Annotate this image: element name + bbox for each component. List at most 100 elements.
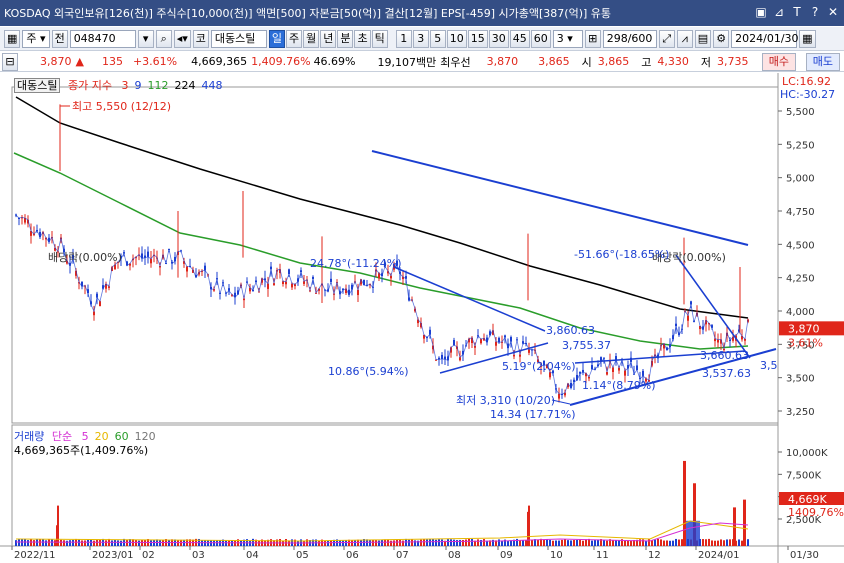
volume-bar: [606, 540, 608, 546]
volume-bar: [150, 540, 152, 546]
ma-period-224: 224: [174, 79, 196, 92]
stock-code-input[interactable]: 048470: [69, 29, 136, 48]
low-percent-annotation: 14.34 (17.71%): [490, 408, 576, 421]
save-icon[interactable]: ▤: [694, 29, 712, 48]
period-tab-6[interactable]: 틱: [371, 29, 388, 48]
x-axis-label: 07: [396, 550, 409, 561]
volume-bar: [105, 540, 107, 546]
interval-button-60[interactable]: 60: [530, 29, 551, 48]
collapse-icon[interactable]: ⊟: [2, 52, 18, 71]
volume-bar: [471, 539, 473, 546]
search-icon[interactable]: ⌕: [155, 29, 172, 48]
bid-price: 3,865: [538, 55, 570, 68]
volume-bar: [615, 540, 617, 546]
volume-bar: [327, 540, 329, 546]
interval-button-10[interactable]: 10: [446, 29, 467, 48]
trendline-long: [371, 150, 749, 246]
volume-bar: [33, 540, 35, 546]
period-tab-3[interactable]: 년: [320, 29, 337, 48]
volume-bar: [60, 539, 62, 546]
volume-bar: [378, 540, 380, 546]
trend-icon[interactable]: ⩘: [676, 29, 693, 48]
settings-icon[interactable]: ⚙: [713, 29, 730, 48]
volume-bar: [414, 540, 416, 546]
volume-bar: [138, 540, 140, 546]
x-axis-label: 04: [246, 550, 259, 561]
volume-bar: [561, 539, 563, 546]
trendline-down: [393, 266, 546, 332]
volume-bar: [324, 540, 326, 546]
grid-icon[interactable]: ▦: [4, 29, 21, 48]
volume-bar: [120, 540, 122, 546]
volume-bar: [612, 540, 614, 546]
volume-bar: [408, 539, 410, 546]
volume-bar: [426, 539, 428, 546]
period-tab-0[interactable]: 일: [268, 29, 285, 48]
volume-bar: [705, 539, 707, 546]
interval-button-15[interactable]: 15: [467, 29, 488, 48]
code-dropdown-icon[interactable]: ▾: [137, 29, 154, 48]
price-axis-tick: 4,500: [786, 240, 815, 251]
volume-bar: [228, 540, 230, 546]
volume-bar: [390, 540, 392, 546]
interval-button-45[interactable]: 45: [509, 29, 530, 48]
x-axis-label: 05: [296, 550, 309, 561]
interval-button-3[interactable]: 3: [412, 29, 429, 48]
chart-style-icon[interactable]: ⊞: [584, 29, 601, 48]
candle-body: [204, 265, 206, 271]
volume-bar: [36, 539, 38, 546]
period-tab-5[interactable]: 초: [354, 29, 371, 48]
prev-button[interactable]: 전: [51, 29, 68, 48]
period-tab-1[interactable]: 주: [285, 29, 303, 48]
candle-body: [147, 251, 149, 257]
volume-bar: [579, 539, 581, 546]
buy-button[interactable]: 매수: [761, 53, 796, 71]
date-input[interactable]: 2024/01/30: [731, 29, 799, 48]
volume-bar: [441, 539, 443, 546]
zoom-icon[interactable]: ⤢: [658, 29, 675, 48]
sell-button[interactable]: 매도: [805, 53, 840, 71]
interval-button-1[interactable]: 1: [395, 29, 412, 48]
ma-long-line: [15, 96, 749, 319]
text-icon[interactable]: T: [790, 4, 804, 20]
chart-canvas[interactable]: 5,5005,2505,0004,7504,5004,2504,0003,750…: [0, 73, 844, 563]
candle-body: [717, 339, 719, 343]
x-axis-label: 12: [648, 550, 661, 561]
volume-spike-bar: [683, 460, 686, 546]
period-tab-2[interactable]: 월: [303, 29, 320, 48]
volume-spike-bar: [527, 511, 530, 546]
window-restore-icon[interactable]: ▣: [754, 4, 768, 20]
volume-bar: [672, 540, 674, 546]
volume-bar: [543, 539, 545, 546]
period-tab-4[interactable]: 분: [337, 29, 354, 48]
volume-bar: [351, 540, 353, 546]
interval-button-30[interactable]: 30: [488, 29, 509, 48]
sound-icon[interactable]: ◂▾: [173, 29, 191, 48]
candle-body: [528, 349, 530, 353]
x-axis-label: 2022/11: [14, 550, 56, 561]
volume-bar: [372, 539, 374, 546]
volume-value-text: 4,669,365주(1,409.76%): [14, 444, 149, 457]
price-legend: 대동스틸 종가 지수 3 9 112 224 448: [14, 77, 222, 93]
interval-button-5[interactable]: 5: [429, 29, 446, 48]
help-icon[interactable]: ?: [808, 4, 822, 20]
close-icon[interactable]: ✕: [826, 4, 840, 20]
volume-bar: [555, 540, 557, 546]
ma-period-3: 3: [121, 79, 129, 92]
volume-bar: [93, 540, 95, 546]
high-price: 4,330: [657, 55, 689, 68]
candle-body: [687, 315, 689, 321]
pin-icon[interactable]: ⊿: [772, 4, 786, 20]
x-axis-label: 02: [142, 550, 155, 561]
volume-bar: [450, 539, 452, 546]
chart-area[interactable]: 5,500 5,250 5,000 4,750 4,500 4,250 4,000 3,750…: [0, 73, 844, 563]
trade-amount: 19,107백만: [377, 55, 437, 69]
volume-bar: [177, 540, 179, 546]
current-price: 3,870: [40, 55, 72, 68]
market-select[interactable]: 주 ▾: [22, 29, 50, 48]
volume-bar: [234, 540, 236, 546]
volume-bar: [45, 540, 47, 546]
interval-select[interactable]: 3 ▾: [552, 29, 583, 48]
calendar-icon[interactable]: ▦: [799, 29, 816, 48]
volume-bar: [114, 539, 116, 546]
